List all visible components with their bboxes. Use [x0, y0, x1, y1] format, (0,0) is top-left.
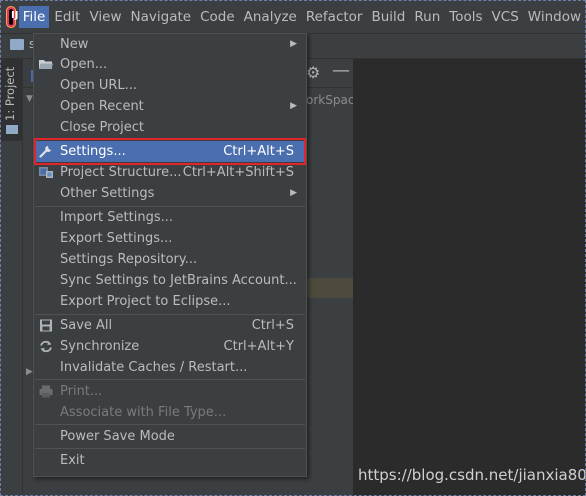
- menu-item-power-save-mode[interactable]: Power Save Mode: [34, 426, 306, 447]
- menu-separator: [35, 379, 305, 380]
- project-tool-tab-label: 1: Project: [3, 66, 17, 121]
- watermark-text: https://blog.csdn.net/jianxia801: [358, 466, 586, 484]
- menu-view[interactable]: View: [85, 6, 125, 28]
- menu-item-label: New: [60, 37, 89, 52]
- menu-item-label: Invalidate Caches / Restart...: [60, 360, 248, 375]
- project-folder-icon: [10, 39, 24, 50]
- menu-vcs[interactable]: VCS: [488, 6, 523, 28]
- submenu-arrow-icon: ▶: [290, 101, 297, 111]
- menu-item-label: Project Structure...: [60, 165, 182, 180]
- project-tool-tab[interactable]: 1: Project: [0, 59, 22, 141]
- menu-item-label: Import Settings...: [60, 210, 173, 225]
- menu-item-label: Settings Repository...: [60, 252, 198, 267]
- menu-item-open-recent[interactable]: Open Recent ▶: [34, 96, 306, 117]
- menu-item-label: Power Save Mode: [60, 429, 175, 444]
- menu-item-new[interactable]: New ▶: [34, 34, 306, 55]
- left-tool-stripe: 1: Project: [0, 59, 23, 496]
- menu-item-label: Sync Settings to JetBrains Account...: [60, 273, 297, 288]
- menu-item-shortcut: Ctrl+Alt+Y: [223, 339, 294, 354]
- menu-code[interactable]: Code: [196, 6, 239, 28]
- tree-row-highlight: [305, 278, 353, 298]
- wrench-icon: [39, 146, 51, 158]
- menu-item-label: Exit: [60, 453, 85, 468]
- save-icon: [40, 319, 52, 332]
- intellij-logo-icon: IJ: [9, 8, 18, 25]
- menu-item-save-all[interactable]: Save All Ctrl+S: [34, 315, 306, 336]
- menu-item-label: Export Project to Eclipse...: [60, 294, 231, 309]
- menu-item-settings-repository[interactable]: Settings Repository...: [34, 249, 306, 270]
- menu-item-label: Other Settings: [60, 186, 155, 201]
- menu-item-label: Close Project: [60, 120, 145, 135]
- menu-item-export-settings[interactable]: Export Settings...: [34, 228, 306, 249]
- menu-window[interactable]: Window: [524, 6, 585, 28]
- gear-icon[interactable]: ⚙: [306, 63, 320, 82]
- submenu-arrow-icon: ▶: [290, 188, 297, 198]
- menu-bar: IJ File Edit View Navigate Code Analyze …: [0, 0, 586, 34]
- menu-item-settings[interactable]: Settings... Ctrl+Alt+S: [34, 141, 306, 162]
- menu-item-label: Print...: [60, 384, 103, 399]
- folder-open-icon: [39, 60, 53, 69]
- menu-analyze[interactable]: Analyze: [240, 6, 301, 28]
- menu-item-shortcut: Ctrl+Alt+Shift+S: [182, 165, 294, 180]
- menu-item-exit[interactable]: Exit: [34, 450, 306, 471]
- menu-item-invalidate-caches[interactable]: Invalidate Caches / Restart...: [34, 357, 306, 378]
- editor-area[interactable]: [353, 59, 586, 496]
- menu-navigate[interactable]: Navigate: [127, 6, 196, 28]
- menu-item-label: Open Recent: [60, 99, 144, 114]
- menu-item-label: Save All: [60, 318, 113, 333]
- sync-icon: [40, 340, 52, 353]
- menu-edit[interactable]: Edit: [50, 6, 84, 28]
- menu-separator: [35, 448, 305, 449]
- menu-item-label: Synchronize: [60, 339, 140, 354]
- menu-item-associate-file-type: Associate with File Type...: [34, 402, 306, 423]
- menu-item-close-project[interactable]: Close Project: [34, 117, 306, 138]
- project-tab-folder-icon: [6, 125, 18, 134]
- menu-tools[interactable]: Tools: [445, 6, 486, 28]
- hide-panel-icon[interactable]: —: [332, 60, 350, 81]
- submenu-arrow-icon: ▶: [290, 39, 297, 49]
- menu-item-synchronize[interactable]: Synchronize Ctrl+Alt+Y: [34, 336, 306, 357]
- menu-item-label: Settings...: [60, 144, 126, 159]
- menu-build[interactable]: Build: [367, 6, 409, 28]
- menu-item-shortcut: Ctrl+S: [251, 318, 294, 333]
- menu-file[interactable]: File: [18, 5, 50, 28]
- menu-item-other-settings[interactable]: Other Settings ▶: [34, 183, 306, 204]
- file-menu-dropdown: New ▶ Open... Open URL... Open Recent ▶ …: [33, 33, 307, 477]
- menu-item-label: Open...: [60, 57, 108, 72]
- project-structure-icon: [39, 167, 53, 178]
- menu-item-open[interactable]: Open...: [34, 54, 306, 75]
- menu-run[interactable]: Run: [410, 6, 444, 28]
- print-icon: [39, 385, 53, 398]
- menu-item-sync-settings[interactable]: Sync Settings to JetBrains Account...: [34, 270, 306, 291]
- menu-separator: [35, 424, 305, 425]
- menu-item-print: Print...: [34, 381, 306, 402]
- menu-item-import-settings[interactable]: Import Settings...: [34, 207, 306, 228]
- tree-expand-icon[interactable]: ▼: [26, 94, 33, 104]
- menu-item-project-structure[interactable]: Project Structure... Ctrl+Alt+Shift+S: [34, 162, 306, 183]
- menu-item-shortcut: Ctrl+Alt+S: [223, 144, 294, 159]
- menu-item-label: Open URL...: [60, 78, 138, 93]
- menu-item-label: Export Settings...: [60, 231, 173, 246]
- menu-separator: [35, 139, 305, 140]
- menu-item-export-eclipse[interactable]: Export Project to Eclipse...: [34, 291, 306, 312]
- project-path-text: orkSpac: [306, 93, 355, 107]
- menu-item-open-url[interactable]: Open URL...: [34, 75, 306, 96]
- menu-refactor[interactable]: Refactor: [302, 6, 367, 28]
- tree-collapsed-arrow-icon[interactable]: ▶: [26, 367, 33, 377]
- menu-item-label: Associate with File Type...: [60, 405, 227, 420]
